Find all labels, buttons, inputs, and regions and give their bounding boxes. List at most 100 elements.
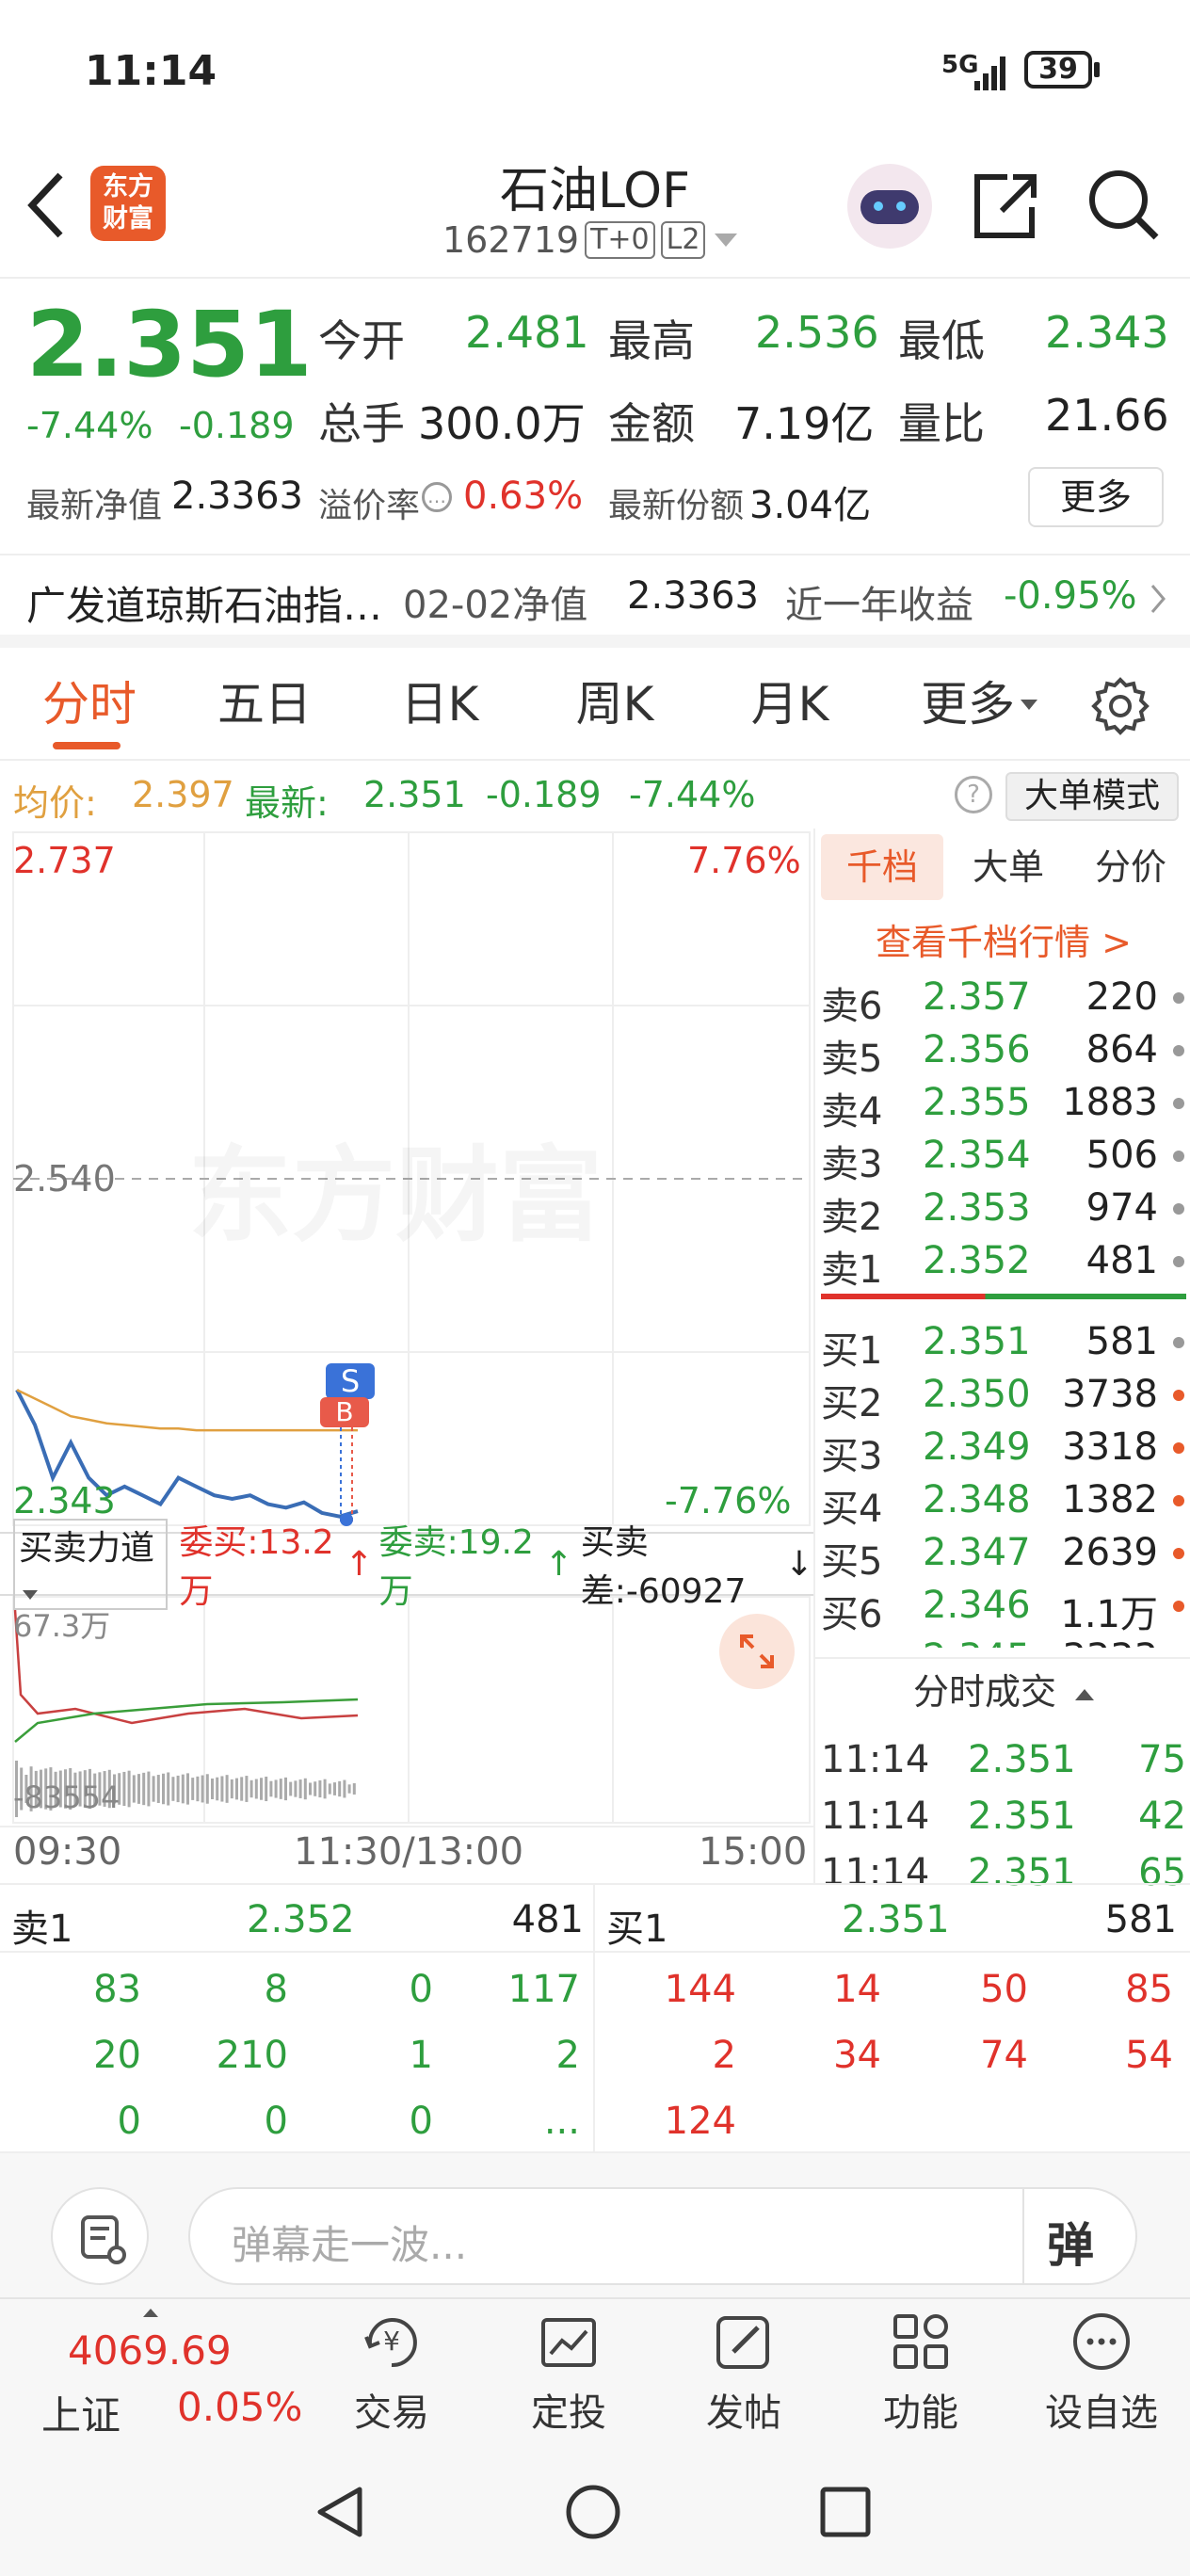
system-recents-icon[interactable] (815, 2482, 876, 2546)
buy-level-row[interactable]: 买2 2.350 3738 (815, 1367, 1190, 1425)
caret-up-icon (143, 2309, 158, 2317)
buy-level-row[interactable]: 买1 2.351 581 (815, 1314, 1190, 1373)
info-icon[interactable]: … (422, 482, 452, 512)
fund-nav: 2.3363 (627, 574, 759, 618)
sell-queue-cell: 2 (555, 2034, 580, 2077)
level-dot-icon (1173, 1495, 1184, 1506)
robot-avatar-icon[interactable] (847, 164, 932, 249)
queue-buy-volume: 581 (1104, 1898, 1177, 1941)
premium-value: 0.63% (463, 475, 584, 518)
volume-bar (201, 1775, 204, 1803)
tab-weekly-k[interactable]: 周K (544, 648, 685, 761)
buy-queue-cell: 54 (1125, 2034, 1173, 2077)
search-icon[interactable] (1085, 166, 1164, 249)
bottom-nav: 4069.69 上证 0.05% ¥ 交易 定投 发帖 功能 设自选 (0, 2297, 1190, 2448)
stock-code-row[interactable]: 162719 T+0 L2 (442, 218, 738, 262)
volume-bar (240, 1777, 244, 1801)
force-selector[interactable]: 买卖力道 (13, 1518, 169, 1610)
volume-bar (343, 1779, 346, 1798)
buy-queue-cell: 2 (712, 2034, 736, 2077)
queue-sell-price: 2.352 (247, 1898, 355, 1941)
nav-add-watchlist[interactable]: 设自选 (1036, 2309, 1167, 2440)
nav-label: 最新净值 (26, 487, 163, 525)
buy-level-volume: 581 (1085, 1320, 1158, 1363)
level2-queue: 卖1 2.352 481 买1 2.351 581 83 8 0 117 20 210 1 2… (0, 1883, 1190, 2153)
ticks-header[interactable]: 分时成交 (815, 1657, 1190, 1723)
fund-nav-date: 02-02净值 (403, 584, 588, 627)
level-dot-icon (1173, 1601, 1184, 1612)
tab-monthly-k[interactable]: 月K (719, 648, 860, 761)
status-time: 11:14 (85, 47, 217, 95)
danmaku-input[interactable]: 弹幕走一波... 弹 (188, 2187, 1137, 2285)
fund-info-bar[interactable]: 广发道琼斯石油指… 02-02净值 2.3363 近一年收益 -0.95% (0, 554, 1190, 648)
volume-bar (347, 1784, 351, 1794)
volume-bar (176, 1775, 180, 1803)
buy-level-row[interactable]: 买5 2.347 2639 (815, 1525, 1190, 1584)
volume-bar (191, 1778, 195, 1800)
index-value[interactable]: 4069.69 (68, 2327, 232, 2374)
volume-bar (167, 1772, 170, 1806)
fund-name: 广发道琼斯石油指… (26, 583, 383, 629)
nav-post[interactable]: 发帖 (687, 2309, 800, 2440)
nav-functions[interactable]: 功能 (864, 2309, 977, 2440)
tab-daily-k[interactable]: 日K (369, 648, 510, 761)
danmaku-list-icon[interactable] (51, 2187, 149, 2285)
more-button[interactable]: 更多 (1028, 467, 1164, 527)
volume-bar (352, 1783, 356, 1795)
nav-trade-label: 交易 (354, 2391, 429, 2435)
buy-level-row[interactable]: 买6 2.346 1.1万 (815, 1578, 1190, 1636)
force-buy-line (14, 1698, 359, 1743)
intraday-chart-svg (0, 831, 813, 1827)
buy-level-price: 2.351 (923, 1320, 1031, 1363)
buy-level-price: 2.345 (923, 1636, 1031, 1648)
index-change[interactable]: 0.05% (177, 2384, 302, 2430)
volume-bar (211, 1779, 214, 1799)
time-axis-start: 09:30 (13, 1830, 122, 1874)
buy-level-price: 2.350 (923, 1373, 1031, 1416)
tick-price: 2.351 (968, 1795, 1076, 1838)
buy-level-row[interactable]: 买4 2.348 1382 (815, 1473, 1190, 1531)
volume-axis-top: 67.3万 (13, 1608, 111, 1644)
nav-fixed-invest[interactable]: 定投 (512, 2309, 625, 2440)
system-nav-bar (0, 2448, 1190, 2576)
buy-level-price: 2.349 (923, 1425, 1031, 1469)
help-icon[interactable]: ? (955, 776, 992, 813)
tick-row: 11:14 2.351 42 (815, 1789, 1190, 1842)
index-name[interactable]: 上证 (41, 2384, 121, 2441)
tick-row: 11:14 2.351 75 (815, 1732, 1190, 1785)
system-home-icon[interactable] (563, 2482, 623, 2546)
buy-level-row[interactable]: 买3 2.349 3318 (815, 1420, 1190, 1478)
expand-icon[interactable] (719, 1614, 795, 1689)
settings-gear-icon[interactable] (1090, 676, 1150, 740)
current-price: 2.351 (26, 292, 313, 397)
volume-bar (142, 1772, 146, 1806)
nav-bar: 东方 财富 石油LOF 162719 T+0 L2 (0, 141, 1190, 279)
system-back-icon[interactable] (311, 2482, 371, 2546)
order-book: 千档 大单 分价 查看千档行情 > 卖6 2.357 220 卖5 2.356 864 卖4… (813, 829, 1190, 1894)
buy-level-volume: 3738 (1062, 1373, 1158, 1416)
fund-yield-label: 近一年收益 (785, 584, 973, 627)
buy-queue-cell: 74 (980, 2034, 1028, 2077)
level-dot-icon (1173, 1548, 1184, 1559)
danmaku-toggle-button[interactable]: 弹 (1047, 2208, 1094, 2276)
buy-level-row[interactable]: 买7 2.345 3333 (815, 1631, 1190, 1648)
functions-icon (893, 2314, 948, 2369)
volume-bar (328, 1783, 331, 1795)
sell-queue-cell: 0 (409, 2100, 433, 2143)
tab-five-day[interactable]: 五日 (194, 648, 335, 761)
volume-bar (279, 1779, 282, 1799)
buy-levels: 买1 2.351 581 买2 2.350 3738 买3 2.349 3318 买4 2.348 1… (815, 829, 1190, 1648)
large-order-mode-button[interactable]: 大单模式 (1005, 772, 1179, 821)
tab-more[interactable]: 更多 (913, 648, 1045, 761)
volume-label: 总手 (318, 398, 405, 449)
share-icon[interactable] (970, 168, 1041, 247)
queue-divider (593, 1885, 595, 2153)
buy-marker[interactable]: B (320, 1397, 369, 1427)
volume-bar (298, 1779, 302, 1798)
latest-change: -0.189 (486, 774, 602, 815)
nav-trade[interactable]: ¥ 交易 (335, 2309, 448, 2440)
sell-marker[interactable]: S (326, 1363, 375, 1399)
volume-bar (265, 1776, 268, 1802)
intraday-chart[interactable]: 2.737 7.76% 2.540 东方财富 2.343 -7.76% S B … (0, 829, 813, 1883)
tag-t0: T+0 (585, 221, 655, 259)
